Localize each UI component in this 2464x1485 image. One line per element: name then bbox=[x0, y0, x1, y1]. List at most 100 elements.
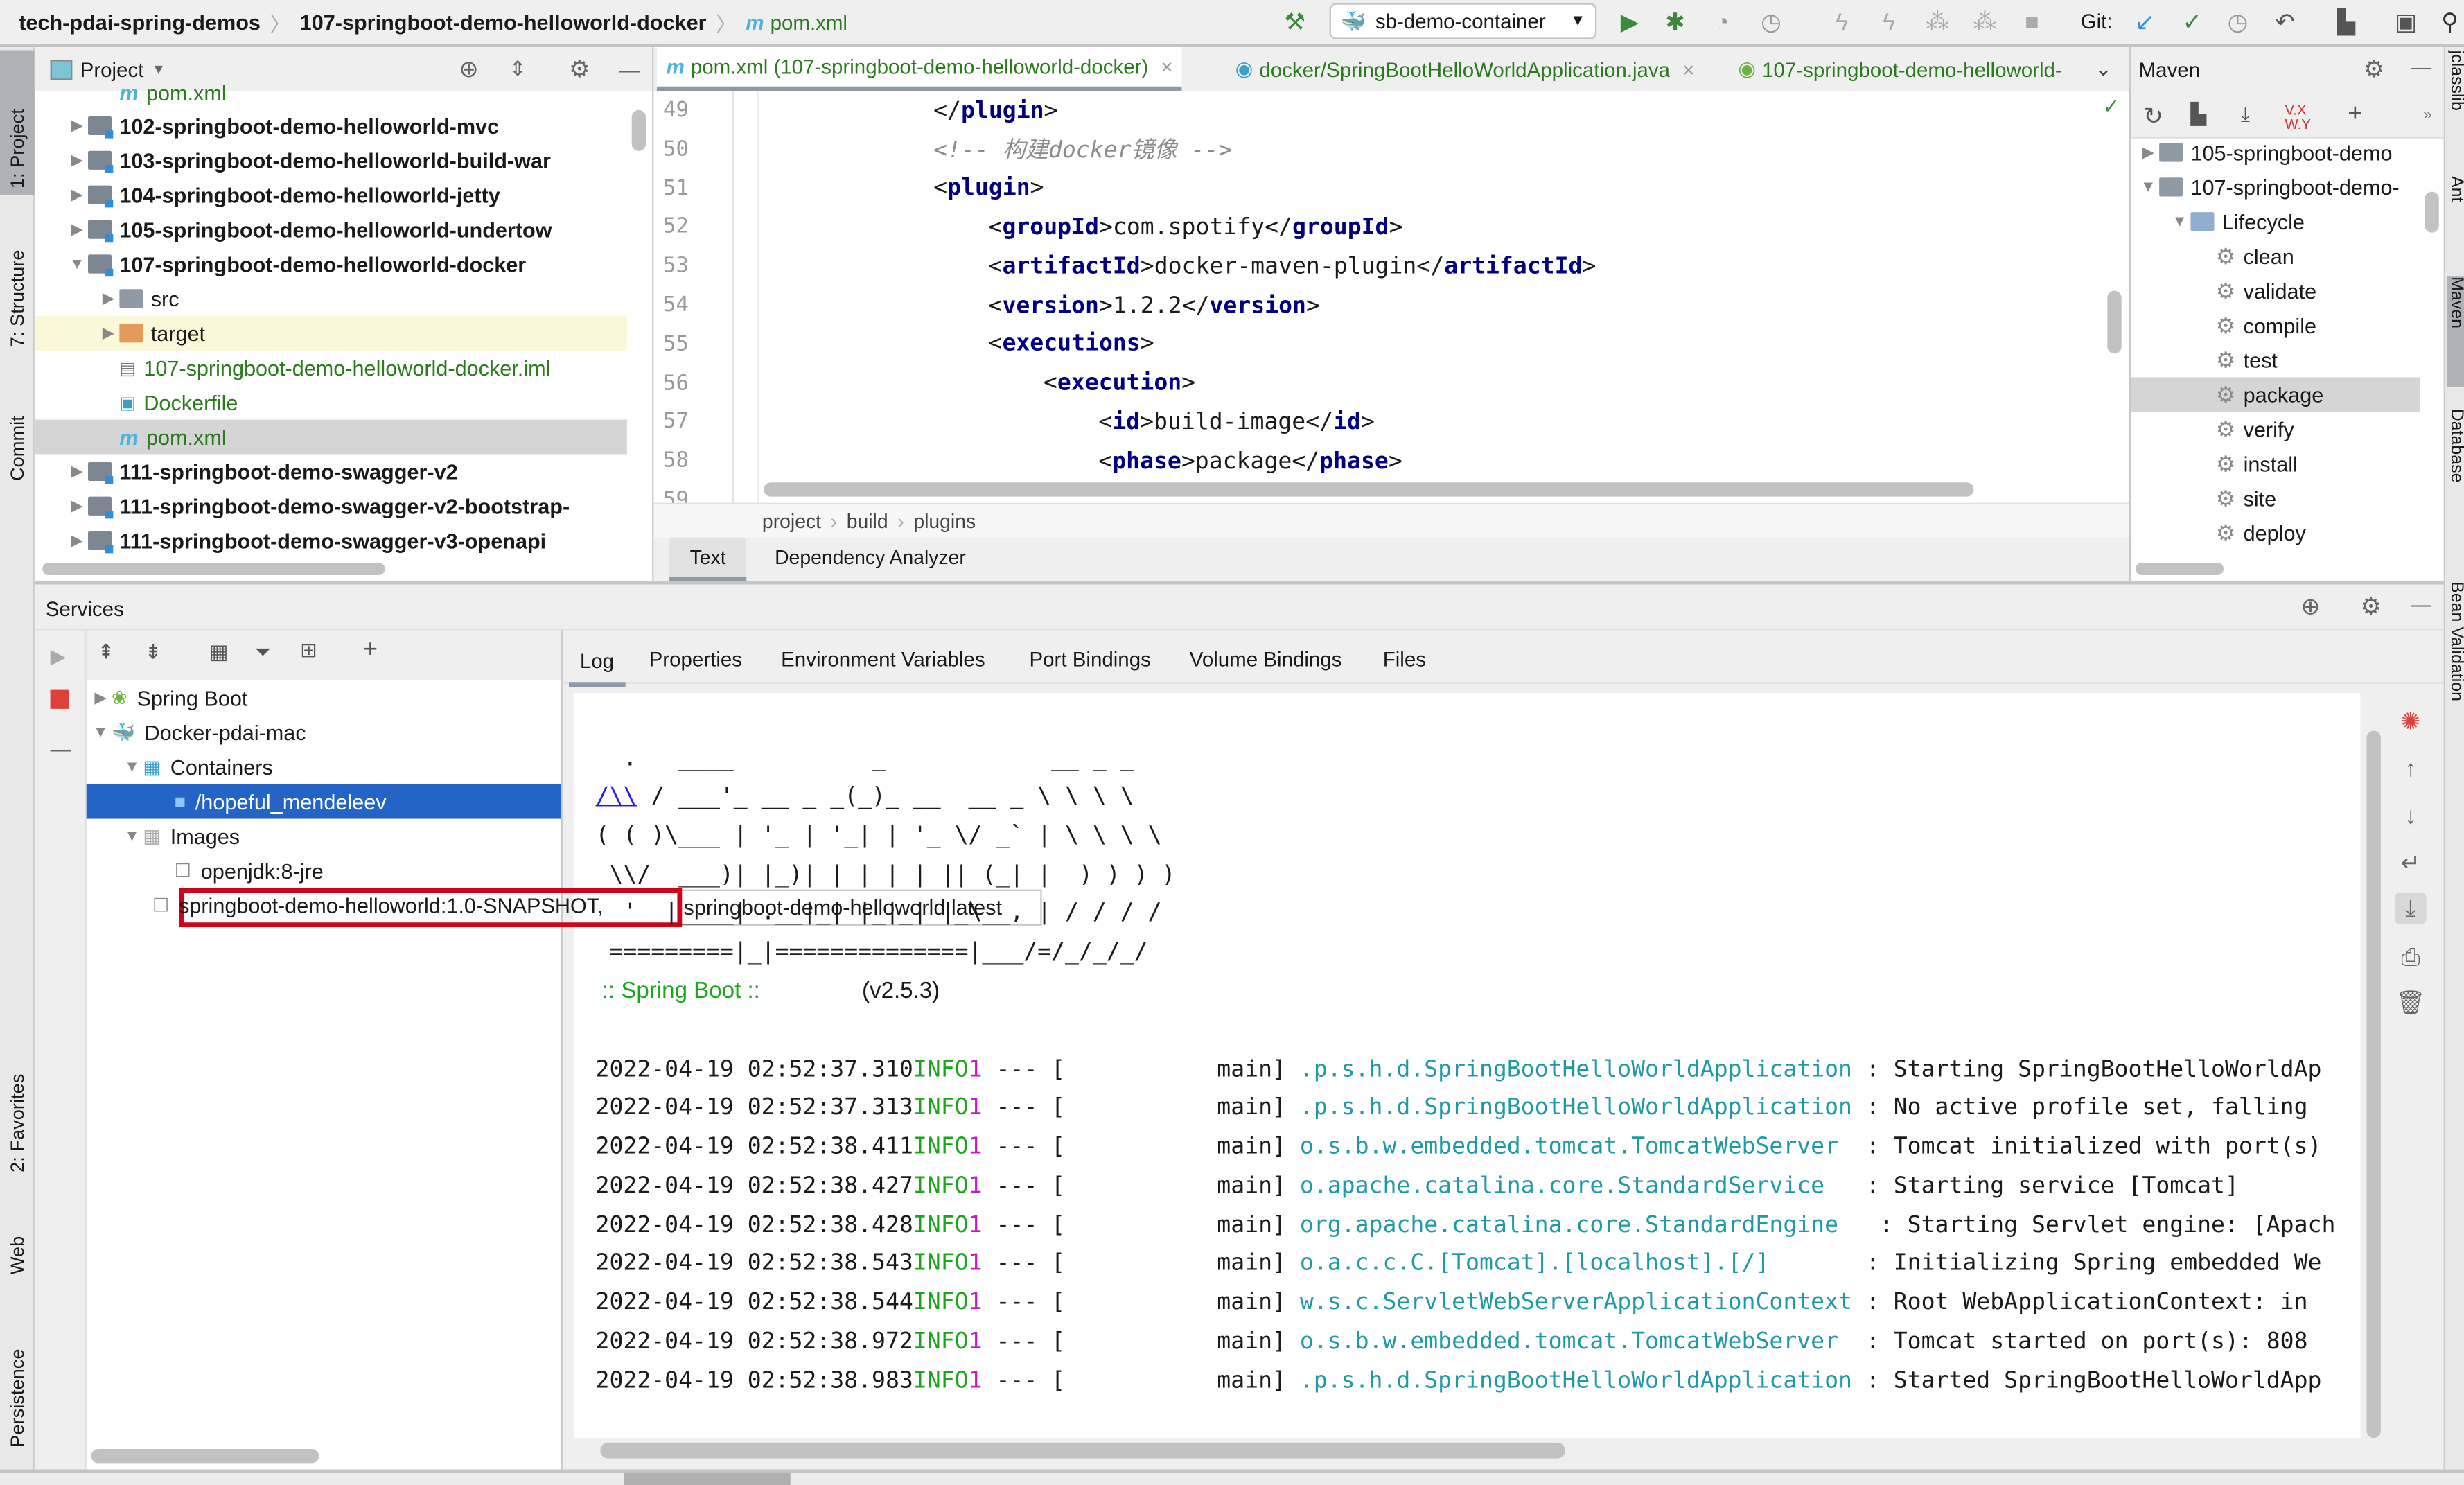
project-hscrollbar[interactable] bbox=[42, 562, 385, 576]
git-update-icon[interactable]: ↙ bbox=[2131, 8, 2159, 37]
service-tab-environment-variables[interactable]: Environment Variables bbox=[770, 638, 996, 679]
new-tab-icon[interactable]: ⊞ bbox=[300, 638, 317, 663]
toggle-offline-icon[interactable]: V.X W.Y bbox=[2285, 103, 2311, 132]
tool-window-database[interactable]: Database bbox=[2447, 409, 2464, 534]
log-vscrollbar[interactable] bbox=[2366, 730, 2381, 1439]
coverage-icon[interactable]: ◔ bbox=[1708, 8, 1736, 36]
chevron-right-icon[interactable]: ▶ bbox=[89, 689, 112, 706]
add-icon[interactable]: + bbox=[2348, 100, 2362, 129]
maven-tree-item[interactable]: ▶ 105-springboot-demo bbox=[2131, 135, 2420, 170]
tool-window-commit[interactable]: Commit bbox=[0, 377, 35, 487]
chevron-down-icon[interactable]: ▼ bbox=[121, 758, 143, 775]
reload-icon[interactable]: ↻ bbox=[2143, 102, 2163, 131]
search-icon[interactable]: ⚲ bbox=[2436, 8, 2464, 37]
docker-debug-icon[interactable]: ✺ bbox=[2395, 705, 2426, 737]
xml-path-build[interactable]: build bbox=[847, 510, 888, 532]
run-icon[interactable]: ▶ bbox=[51, 644, 67, 669]
services-tree-item[interactable]: ☐ openjdk:8-jre bbox=[87, 853, 561, 888]
services-tree-item[interactable]: ▼ ▦ Containers bbox=[87, 750, 561, 784]
project-tree-item[interactable]: ▶ 111-springboot-demo-swagger-v2-bootstra… bbox=[35, 489, 627, 523]
git-rollback-icon[interactable]: ↶ bbox=[2271, 8, 2299, 37]
tool-window-project[interactable]: 1: Project bbox=[0, 50, 35, 195]
more-icon[interactable]: » bbox=[2423, 107, 2432, 124]
services-tree-item[interactable]: ▶ ❀ Spring Boot bbox=[87, 680, 561, 715]
maven-hscrollbar[interactable] bbox=[2136, 562, 2224, 576]
run-icon[interactable]: ▶ bbox=[1615, 8, 1644, 37]
service-tab-properties[interactable]: Properties bbox=[638, 638, 753, 679]
project-tree-item[interactable]: m pom.xml bbox=[34, 419, 627, 455]
tool-window-web[interactable]: Web bbox=[0, 1202, 35, 1281]
project-tree-item[interactable]: m pom.xml bbox=[35, 76, 627, 110]
editor-tab-module[interactable]: ◉ 107-springboot-demo-helloworld- bbox=[1729, 47, 2072, 91]
services-tree-item[interactable]: ☐ springboot-demo-helloworld:1.0-SNAPSHOT… bbox=[87, 888, 604, 922]
chevron-down-icon[interactable]: ▼ bbox=[2169, 213, 2191, 230]
editor-tab-application[interactable]: ◉ docker/SpringBootHelloWorldApplication… bbox=[1226, 47, 1704, 91]
maven-tree-item[interactable]: ⚙ package bbox=[2131, 377, 2420, 412]
group-by-icon[interactable]: ▦ bbox=[209, 640, 229, 665]
maven-tree-item[interactable]: ⚙ deploy bbox=[2131, 516, 2420, 550]
scroll-to-end-icon[interactable]: ⤓ bbox=[2395, 893, 2427, 924]
chevron-right-icon[interactable]: ▶ bbox=[66, 221, 88, 238]
chevron-right-icon[interactable]: ▶ bbox=[2137, 144, 2159, 161]
tool-window-maven[interactable]: Maven bbox=[2447, 276, 2464, 387]
service-tab-files[interactable]: Files bbox=[1372, 638, 1437, 679]
filter-icon[interactable]: ⏷ bbox=[254, 640, 271, 665]
tool-window-ant[interactable]: Ant bbox=[2447, 176, 2464, 270]
hammer-build-icon[interactable]: ⚒ bbox=[1281, 8, 1309, 37]
project-tree-item[interactable]: ▼ 107-springboot-demo-helloworld-docker bbox=[35, 247, 627, 281]
chevron-right-icon[interactable]: ▶ bbox=[66, 117, 88, 134]
tab-text[interactable]: Text bbox=[669, 537, 747, 582]
services-status-tab[interactable] bbox=[624, 1473, 791, 1485]
chevron-right-icon[interactable]: ▶ bbox=[66, 463, 88, 480]
service-tab-volume-bindings[interactable]: Volume Bindings bbox=[1179, 638, 1353, 679]
editor-hscrollbar[interactable] bbox=[764, 482, 1974, 497]
maven-tree-item[interactable]: ⚙ test bbox=[2131, 342, 2420, 377]
run-config-select[interactable]: 🐳 sb-demo-container ▼ bbox=[1329, 3, 1597, 39]
generate-sources-icon[interactable]: ▙ bbox=[2190, 102, 2206, 127]
git-history-icon[interactable]: ◷ bbox=[2224, 8, 2252, 37]
project-tree-item[interactable]: ▶ 104-springboot-demo-helloworld-jetty bbox=[35, 177, 627, 212]
expand-all-icon[interactable]: ⇞ bbox=[98, 640, 115, 665]
minimize-icon[interactable]: — bbox=[2411, 592, 2431, 616]
service-tab-port-bindings[interactable]: Port Bindings bbox=[1019, 638, 1162, 679]
soft-wrap-icon[interactable]: ↵ bbox=[2395, 847, 2426, 878]
project-tree-item[interactable]: ▶ src bbox=[35, 281, 627, 316]
close-icon[interactable]: × bbox=[1161, 55, 1172, 78]
xml-path-project[interactable]: project bbox=[762, 510, 821, 532]
tool-window-bean-validation[interactable]: Bean Validation bbox=[2447, 581, 2464, 754]
project-structure-icon[interactable]: ▙ bbox=[2332, 8, 2361, 37]
debug-icon[interactable]: ✱ bbox=[1661, 8, 1689, 37]
services-tree-item[interactable]: ▼ ▦ Images bbox=[87, 819, 561, 854]
remove-icon[interactable]: — bbox=[51, 737, 71, 761]
arrow-down-icon[interactable]: ↓ bbox=[2395, 800, 2426, 831]
services-tree-item[interactable]: ■ /hopeful_mendeleev bbox=[86, 784, 561, 819]
chevron-right-icon[interactable]: ▶ bbox=[98, 290, 120, 307]
lightning-icon[interactable]: ϟ bbox=[1828, 8, 1856, 36]
chevron-down-icon[interactable]: ▼ bbox=[89, 723, 112, 741]
project-tree-item[interactable]: ▤ 107-springboot-demo-helloworld-docker.i… bbox=[35, 351, 627, 385]
maven-tree-item[interactable]: ▼ Lifecycle bbox=[2131, 204, 2420, 239]
chevron-right-icon[interactable]: ▶ bbox=[66, 498, 88, 515]
trash-icon[interactable]: 🗑 bbox=[2395, 987, 2426, 1018]
git-commit-icon[interactable]: ✓ bbox=[2178, 8, 2206, 37]
service-tab-log[interactable]: Log bbox=[568, 638, 625, 687]
project-vscrollbar[interactable] bbox=[631, 109, 646, 151]
maven-tree-item[interactable]: ⚙ site bbox=[2131, 481, 2420, 516]
services-tree-hscrollbar[interactable] bbox=[91, 1449, 319, 1464]
profile-icon[interactable]: ◷ bbox=[1757, 8, 1786, 37]
project-tree-item[interactable]: ▶ target bbox=[34, 315, 627, 351]
chevron-right-icon[interactable]: ▶ bbox=[66, 532, 88, 550]
minimize-icon[interactable]: — bbox=[2411, 55, 2431, 78]
editor-tab-pom[interactable]: m pom.xml (107-springboot-demo-helloworl… bbox=[656, 47, 1183, 91]
xml-path-plugins[interactable]: plugins bbox=[913, 510, 976, 532]
stop-icon[interactable]: ■ bbox=[2018, 8, 2046, 36]
maven-vscrollbar[interactable] bbox=[2425, 191, 2439, 233]
print-icon[interactable]: ⎙ bbox=[2395, 941, 2426, 972]
project-tree-item[interactable]: ▶ 111-springboot-demo-swagger-v3-openapi bbox=[35, 523, 627, 558]
chevron-right-icon[interactable]: ▶ bbox=[98, 324, 120, 342]
tabs-dropdown-icon[interactable]: ⌄ bbox=[2095, 57, 2112, 82]
chevron-down-icon[interactable]: ▼ bbox=[152, 61, 166, 77]
download-icon[interactable]: ⤓ bbox=[2241, 102, 2250, 127]
services-tree-item[interactable]: ▼ 🐳 Docker-pdai-mac bbox=[87, 715, 561, 750]
run-anything-icon[interactable]: ▣ bbox=[2392, 8, 2420, 37]
